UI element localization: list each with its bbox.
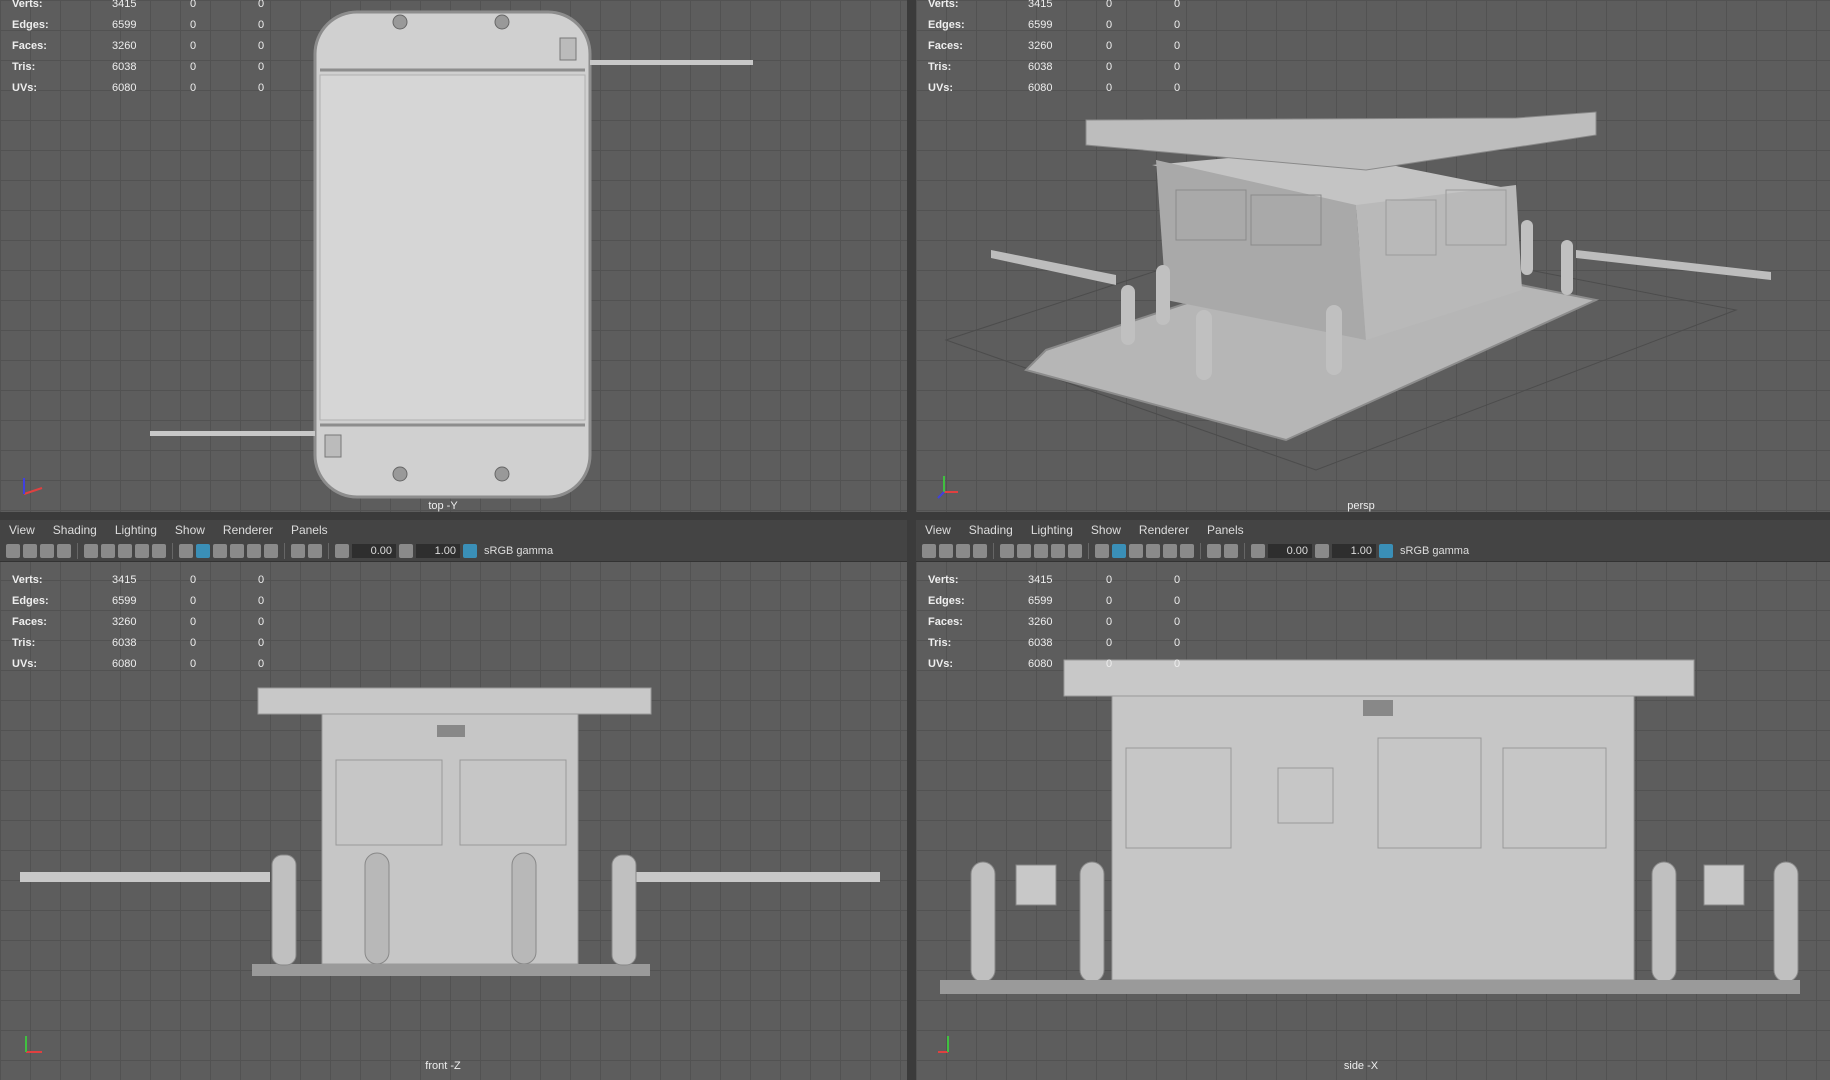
- verts-label: Verts:: [928, 573, 959, 586]
- edges-label: Edges:: [928, 594, 965, 607]
- uvs-value: 6080: [1028, 657, 1053, 670]
- edges-value: 6599: [112, 594, 137, 607]
- stat-zero: 0: [190, 39, 197, 52]
- axis-gizmo-icon: [937, 476, 958, 499]
- edges-value: 6599: [1028, 18, 1053, 31]
- poly-count-hud: Verts: 3415 0 0 Edges: 6599 0 0 Faces: 3260 0 0 T…: [12, 0, 326, 98]
- poly-count-hud: Verts: 3415 0 0 Edges: 6599 0 0 Faces: 3260 0 0 T…: [12, 569, 326, 674]
- stat-zero: 0: [258, 18, 265, 31]
- stat-zero: 0: [190, 594, 197, 607]
- tris-value: 6038: [112, 636, 137, 649]
- stat-zero: 0: [1174, 657, 1181, 670]
- viewport-persp[interactable]: Verts: 3415 0 0 Edges: 6599 0 0 Faces: 3260 0 0 T…: [916, 0, 1830, 520]
- faces-value: 3260: [112, 615, 137, 628]
- stat-zero: 0: [190, 0, 197, 10]
- faces-label: Faces:: [12, 39, 47, 52]
- stat-zero: 0: [1174, 18, 1181, 31]
- axis-gizmo-icon: [938, 1036, 949, 1053]
- stat-zero: 0: [1106, 657, 1113, 670]
- tris-label: Tris:: [928, 60, 952, 73]
- stat-zero: 0: [1106, 18, 1113, 31]
- stat-zero: 0: [258, 39, 265, 52]
- stat-zero: 0: [258, 615, 265, 628]
- faces-label: Faces:: [928, 615, 963, 628]
- verts-value: 3415: [1028, 573, 1053, 586]
- stat-zero: 0: [190, 615, 197, 628]
- faces-value: 3260: [1028, 39, 1053, 52]
- tris-value: 6038: [1028, 60, 1053, 73]
- tris-value: 6038: [1028, 636, 1053, 649]
- viewport-label-top: top -Y: [428, 500, 458, 512]
- stat-zero: 0: [1174, 594, 1181, 607]
- stat-zero: 0: [1106, 615, 1113, 628]
- tris-label: Tris:: [928, 636, 952, 649]
- stat-zero: 0: [1174, 81, 1181, 94]
- stat-zero: 0: [258, 594, 265, 607]
- edges-value: 6599: [1028, 594, 1053, 607]
- verts-label: Verts:: [12, 573, 43, 586]
- viewport-top[interactable]: Verts: 3415 0 0 Edges: 6599 0 0 Faces: 3260 0 0 T…: [0, 0, 907, 520]
- stat-zero: 0: [1174, 615, 1181, 628]
- stat-zero: 0: [1106, 60, 1113, 73]
- stat-zero: 0: [190, 636, 197, 649]
- tris-label: Tris:: [12, 60, 36, 73]
- edges-label: Edges:: [12, 594, 49, 607]
- stat-zero: 0: [258, 636, 265, 649]
- panel-divider-vertical[interactable]: [907, 0, 916, 1080]
- uvs-label: UVs:: [12, 81, 38, 94]
- axis-gizmo-icon: [25, 1036, 42, 1053]
- stat-zero: 0: [258, 657, 265, 670]
- stat-zero: 0: [258, 0, 265, 10]
- stat-zero: 0: [1106, 81, 1113, 94]
- stat-zero: 0: [1174, 0, 1181, 10]
- faces-label: Faces:: [928, 39, 963, 52]
- stat-zero: 0: [190, 18, 197, 31]
- faces-label: Faces:: [12, 615, 47, 628]
- tris-value: 6038: [112, 60, 137, 73]
- uvs-value: 6080: [112, 657, 137, 670]
- stat-zero: 0: [258, 60, 265, 73]
- uvs-label: UVs:: [12, 657, 38, 670]
- stat-zero: 0: [1106, 636, 1113, 649]
- stat-zero: 0: [258, 573, 265, 586]
- uvs-label: UVs:: [928, 81, 954, 94]
- poly-count-hud: Verts: 3415 0 0 Edges: 6599 0 0 Faces: 3260 0 0 T…: [928, 569, 1242, 674]
- stat-zero: 0: [1106, 573, 1113, 586]
- viewport-label-side: side -X: [1343, 1060, 1379, 1072]
- axis-gizmo-icon: [23, 478, 43, 495]
- stat-zero: 0: [190, 657, 197, 670]
- stat-zero: 0: [258, 81, 265, 94]
- viewport-label-persp: persp: [1347, 500, 1375, 512]
- stat-zero: 0: [190, 81, 197, 94]
- stat-zero: 0: [1106, 39, 1113, 52]
- faces-value: 3260: [1028, 615, 1053, 628]
- tris-label: Tris:: [12, 636, 36, 649]
- stat-zero: 0: [190, 60, 197, 73]
- stat-zero: 0: [1174, 39, 1181, 52]
- uvs-label: UVs:: [928, 657, 954, 670]
- verts-label: Verts:: [928, 0, 959, 10]
- verts-value: 3415: [112, 0, 137, 10]
- stat-zero: 0: [190, 573, 197, 586]
- viewport-side[interactable]: View Shading Lighting Show Renderer Pane…: [916, 520, 1830, 1080]
- verts-value: 3415: [1028, 0, 1053, 10]
- stat-zero: 0: [1106, 0, 1113, 10]
- edges-label: Edges:: [928, 18, 965, 31]
- viewport-front[interactable]: View Shading Lighting Show Renderer Pane…: [0, 520, 907, 1080]
- faces-value: 3260: [112, 39, 137, 52]
- stat-zero: 0: [1174, 60, 1181, 73]
- edges-value: 6599: [112, 18, 137, 31]
- stat-zero: 0: [1174, 573, 1181, 586]
- poly-count-hud: Verts: 3415 0 0 Edges: 6599 0 0 Faces: 3260 0 0 T…: [928, 0, 1242, 98]
- edges-label: Edges:: [12, 18, 49, 31]
- panel-divider-horizontal[interactable]: [0, 512, 1830, 520]
- uvs-value: 6080: [1028, 81, 1053, 94]
- stat-zero: 0: [1174, 636, 1181, 649]
- verts-label: Verts:: [12, 0, 43, 10]
- uvs-value: 6080: [112, 81, 137, 94]
- stat-zero: 0: [1106, 594, 1113, 607]
- viewport-label-front: front -Z: [425, 1060, 461, 1072]
- verts-value: 3415: [112, 573, 137, 586]
